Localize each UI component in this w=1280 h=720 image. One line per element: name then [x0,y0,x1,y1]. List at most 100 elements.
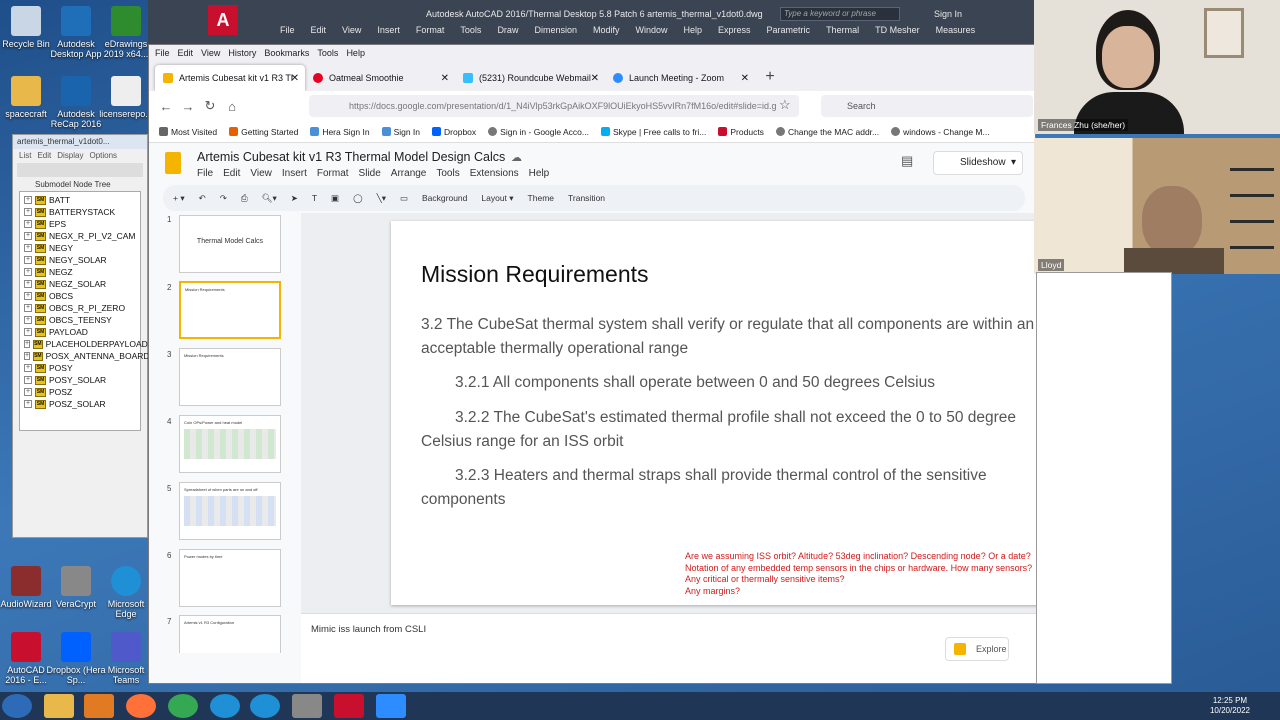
taskbar-clock[interactable]: 12:25 PM 10/20/2022 [1210,696,1250,716]
chrome-taskbar-icon[interactable] [168,694,198,718]
tree-node[interactable]: + SM NEGZ_SOLAR [20,278,140,290]
speaker-notes[interactable]: Mimic iss launch from CSLI [301,613,1161,683]
bookmark-item[interactable]: Change the MAC addr... [775,121,879,142]
slide-thumbnail[interactable]: Power modes by time [179,549,281,607]
slides-logo-icon[interactable] [165,152,181,174]
autocad-search-input[interactable]: Type a keyword or phrase [780,7,900,21]
current-slide[interactable]: Mission Requirements 3.2 The CubeSat the… [391,221,1075,605]
tree-node[interactable]: + SM POSY_SOLAR [20,374,140,386]
autocad-menu-format[interactable]: Format [416,25,445,35]
bookmark-item[interactable]: Most Visited [159,121,217,142]
bookmark-item[interactable]: Hera Sign In [310,121,370,142]
ff-menu-edit[interactable]: Edit [178,45,194,61]
autocad-menu-draw[interactable]: Draw [497,25,518,35]
theme-button[interactable]: Theme [528,193,554,203]
expand-icon[interactable]: + [24,268,32,276]
image-icon[interactable]: ▣ [331,193,339,204]
textbox-icon[interactable]: T [312,193,317,203]
desktop-icon-edrawings[interactable]: eDrawings 2019 x64... [96,6,156,59]
shape-icon[interactable]: ◯ [353,193,363,204]
tab-oatmeal[interactable]: Oatmeal Smoothie ✕ [305,65,455,91]
home-icon[interactable]: ⌂ [221,99,243,114]
firefox-taskbar-icon[interactable] [126,694,156,718]
expand-icon[interactable]: + [24,196,32,204]
expand-icon[interactable]: + [24,244,32,252]
slides-menu-insert[interactable]: Insert [282,168,307,179]
tree-node[interactable]: + SM NEGZ [20,266,140,278]
tree-node[interactable]: + SM POSY [20,362,140,374]
bookmark-item[interactable]: Dropbox [432,121,476,142]
tree-node[interactable]: + SM NEGY_SOLAR [20,254,140,266]
print-icon[interactable]: ⎙ [241,193,248,204]
transition-button[interactable]: Transition [568,193,605,203]
node-menu-list[interactable]: List [19,151,31,160]
layout-button[interactable]: Layout ▾ [481,193,513,204]
close-tab-icon[interactable]: ✕ [441,73,449,84]
tree-node[interactable]: + SM OBCS_TEENSY [20,314,140,326]
expand-icon[interactable]: + [24,220,32,228]
node-menu-display[interactable]: Display [57,151,83,160]
explore-button[interactable]: Explore [945,637,1009,661]
file-explorer-icon[interactable] [44,694,74,718]
requirement-3-2[interactable]: 3.2 The CubeSat thermal system shall ver… [421,313,1061,360]
ff-menu-tools[interactable]: Tools [317,45,338,61]
ff-menu-history[interactable]: History [228,45,256,61]
zoom-icon[interactable]: 🔍︎▾ [262,193,277,204]
presentation-title[interactable]: Artemis Cubesat kit v1 R3 Thermal Model … [197,150,505,164]
bookmark-item[interactable]: Getting Started [229,121,298,142]
forward-icon[interactable]: → [177,99,199,114]
url-bar[interactable]: https://docs.google.com/presentation/d/1… [309,95,799,117]
ff-menu-view[interactable]: View [201,45,220,61]
autocad-menu-dimension[interactable]: Dimension [534,25,577,35]
close-tab-icon[interactable]: ✕ [291,73,299,84]
expand-icon[interactable]: + [24,208,32,216]
autocad-sign-in[interactable]: Sign In [934,9,962,19]
expand-icon[interactable]: + [24,352,31,360]
autocad-menu-measures[interactable]: Measures [936,25,976,35]
slides-menu-tools[interactable]: Tools [436,168,459,179]
autocad-menu-help[interactable]: Help [684,25,703,35]
expand-icon[interactable]: + [24,376,32,384]
slide-thumbnail[interactable]: Thermal Model Calcs [179,215,281,273]
ff-menu-bookmarks[interactable]: Bookmarks [264,45,309,61]
background-window[interactable] [1036,272,1172,684]
tree-node[interactable]: + SM BATTERYSTACK [20,206,140,218]
autocad-taskbar-icon[interactable] [334,694,364,718]
slide-thumbnail[interactable]: Mission Requirements [179,348,281,406]
tree-node[interactable]: + SM POSX_ANTENNA_BOARD [20,350,150,362]
bookmark-star-icon[interactable]: ☆ [779,97,791,113]
slide-thumbnail[interactable]: Coin OPs/Power and heat model [179,415,281,473]
back-icon[interactable]: ← [155,99,177,114]
bookmark-item[interactable]: windows - Change M... [891,121,990,142]
slides-menu-slide[interactable]: Slide [359,168,381,179]
tree-node[interactable]: + SM OBCS [20,290,140,302]
add-slide-icon[interactable]: + ▾ [173,193,185,204]
tab-zoom[interactable]: Launch Meeting - Zoom ✕ [605,65,755,91]
ff-menu-help[interactable]: Help [346,45,365,61]
firefox-search-input[interactable]: Search [821,95,1033,117]
autocad-menu-window[interactable]: Window [636,25,668,35]
slide-thumbnail-selected[interactable]: Mission Requirements [179,281,281,339]
zoom-taskbar-icon[interactable] [376,694,406,718]
tree-node[interactable]: + SM EPS [20,218,140,230]
edge-taskbar-icon[interactable] [250,694,280,718]
snipping-tool-icon[interactable] [292,694,322,718]
background-button[interactable]: Background [422,193,467,203]
slides-menu-file[interactable]: File [197,168,213,179]
expand-icon[interactable]: + [24,280,32,288]
tab-slides[interactable]: Artemis Cubesat kit v1 R3 Therm✕ [155,65,305,91]
node-menu-options[interactable]: Options [89,151,117,160]
expand-icon[interactable]: + [24,400,32,408]
slideshow-button[interactable]: Slideshow ▾ [933,151,1023,175]
tree-node[interactable]: + SM PLACEHOLDERPAYLOAD [20,338,148,350]
slide-title[interactable]: Mission Requirements [421,261,649,288]
autocad-menu-file[interactable]: File [280,25,295,35]
desktop-icon-edge[interactable]: Microsoft Edge [96,566,156,619]
slides-menu-view[interactable]: View [250,168,272,179]
slide-thumbnail[interactable]: Artemis v1 R3 Configuration [179,615,281,653]
autocad-menu-tools[interactable]: Tools [460,25,481,35]
autocad-menu-parametric[interactable]: Parametric [767,25,811,35]
tree-node[interactable]: + SM NEGY [20,242,140,254]
autocad-menu-edit[interactable]: Edit [311,25,327,35]
ff-menu-file[interactable]: File [155,45,170,61]
